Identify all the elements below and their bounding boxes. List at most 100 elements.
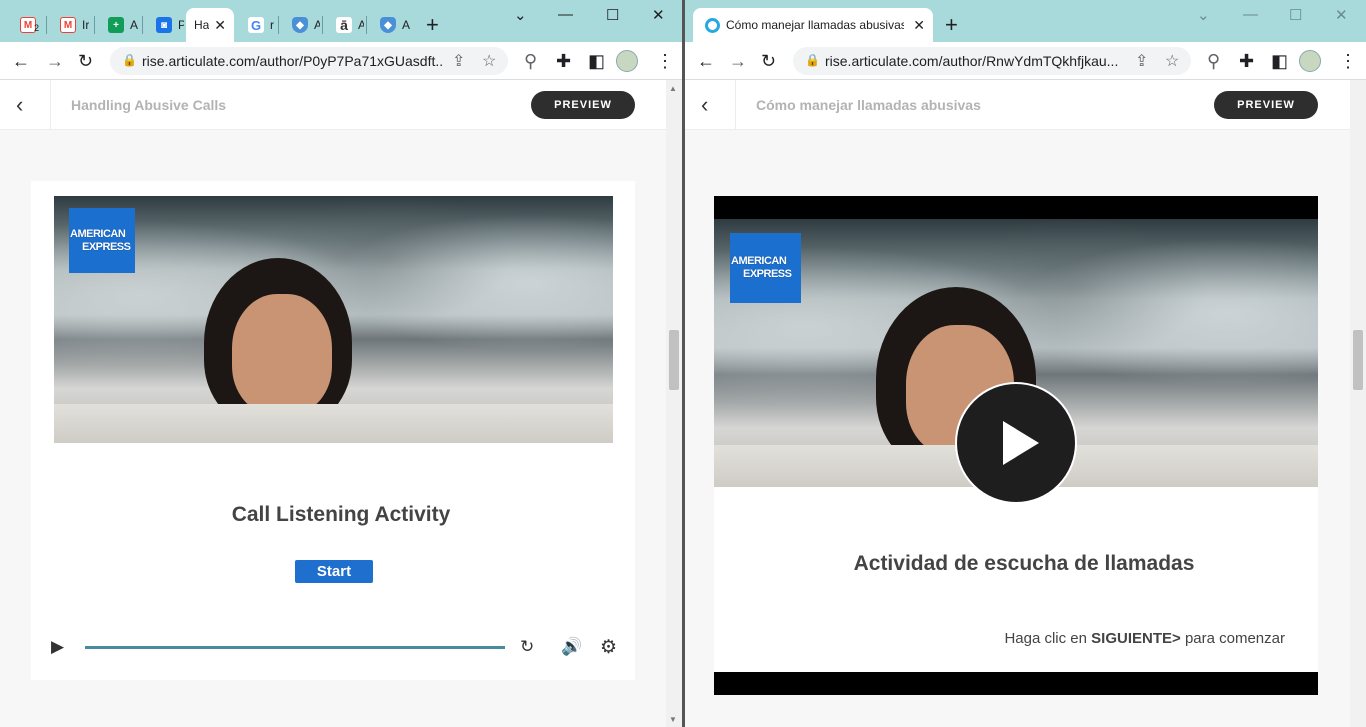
new-tab-button[interactable]: + — [945, 12, 958, 38]
share-icon[interactable]: ⇪ — [452, 51, 465, 71]
avatar[interactable] — [1299, 50, 1321, 72]
close-tab-icon[interactable]: ✕ — [913, 17, 925, 34]
scroll-down-icon[interactable]: ▼ — [669, 715, 677, 724]
tab-label: A — [402, 18, 410, 32]
instruction-prefix: Haga clic en — [1004, 630, 1087, 647]
forward-icon[interactable]: → — [46, 50, 64, 72]
sheets-icon: + — [108, 17, 124, 33]
reload-icon[interactable]: ↻ — [761, 50, 776, 72]
back-chevron-icon[interactable]: ‹ — [16, 92, 38, 118]
page-title: Handling Abusive Calls — [71, 97, 227, 113]
scroll-thumb[interactable] — [669, 330, 679, 390]
instruction-bold: SIGUIENTE> — [1091, 630, 1181, 647]
app-icon: ā — [336, 17, 352, 33]
play-icon[interactable]: ▶ — [51, 637, 64, 657]
tab-google[interactable]: G r — [236, 8, 276, 42]
address-bar[interactable]: 🔒 rise.articulate.com/author/P0yP7Pa71xG… — [110, 47, 508, 75]
brand-text-2: EXPRESS — [82, 240, 131, 253]
tab-label: Cómo manejar llamadas abusivas — [726, 18, 904, 32]
tab-como-manejar[interactable]: Cómo manejar llamadas abusivas ✕ — [693, 8, 933, 42]
google-icon: G — [248, 17, 264, 33]
tab-search-icon[interactable]: ⌄ — [1197, 6, 1210, 24]
maximize-button[interactable]: ☐ — [606, 6, 619, 24]
tab-search-icon[interactable]: ⌄ — [514, 6, 527, 24]
browser-toolbar: ← → ↻ 🔒 rise.articulate.com/author/RnwYd… — [685, 42, 1366, 80]
puzzle-icon[interactable]: ✚ — [556, 50, 571, 72]
shield-icon: ◆ — [292, 17, 308, 33]
menu-icon[interactable]: ⋮ — [1339, 50, 1357, 72]
activity-title: Actividad de escucha de llamadas — [853, 552, 1195, 575]
minimize-button[interactable]: — — [1243, 6, 1258, 23]
extension-icon[interactable]: ⚲ — [1207, 50, 1220, 72]
preview-button[interactable]: PREVIEW — [531, 91, 635, 119]
share-icon[interactable]: ⇪ — [1135, 51, 1148, 71]
browser-toolbar: ← → ↻ 🔒 rise.articulate.com/author/P0yP7… — [0, 42, 682, 80]
instruction-text: Haga clic en SIGUIENTE> para comenzar — [1004, 630, 1285, 647]
url-text: rise.articulate.com/author/P0yP7Pa71xGUa… — [142, 53, 442, 69]
video-player[interactable]: AMERICAN EXPRESS Actividad de escucha de… — [714, 196, 1318, 695]
brand-text-2: EXPRESS — [743, 268, 792, 280]
back-icon[interactable]: ← — [697, 50, 715, 72]
puzzle-icon[interactable]: ✚ — [1239, 50, 1254, 72]
brand-text-1: AMERICAN — [731, 255, 787, 267]
video-text-panel: Actividad de escucha de llamadas Haga cl… — [714, 487, 1318, 672]
tab-label: r — [270, 18, 274, 32]
new-tab-button[interactable]: + — [426, 12, 439, 38]
browser-window-left: M 2 M Ir + A ◙ P Ha ✕ G r ◆ A ā A ◆ A + … — [0, 0, 682, 727]
tab-sheets[interactable]: + A — [96, 8, 140, 42]
tab-label: A — [314, 18, 320, 32]
star-icon[interactable]: ☆ — [1165, 51, 1179, 71]
side-panel-icon[interactable]: ◧ — [1271, 50, 1288, 72]
tab-app-p[interactable]: ◙ P — [144, 8, 184, 42]
close-tab-icon[interactable]: ✕ — [214, 17, 226, 34]
lock-icon: 🔒 — [122, 53, 137, 67]
close-window-button[interactable]: ✕ — [652, 6, 665, 24]
scroll-up-icon[interactable]: ▲ — [669, 84, 677, 93]
reload-icon[interactable]: ↻ — [78, 50, 93, 72]
back-chevron-icon[interactable]: ‹ — [701, 92, 723, 118]
tab-label: A — [358, 18, 364, 32]
start-button[interactable]: Start — [295, 560, 373, 583]
address-bar[interactable]: 🔒 rise.articulate.com/author/RnwYdmTQkhf… — [793, 47, 1191, 75]
extension-icon[interactable]: ⚲ — [524, 50, 537, 72]
menu-icon[interactable]: ⋮ — [656, 50, 674, 72]
url-text: rise.articulate.com/author/RnwYdmTQkhfjk… — [825, 53, 1119, 69]
close-window-button[interactable]: ✕ — [1335, 6, 1348, 24]
tab-strip: M 2 M Ir + A ◙ P Ha ✕ G r ◆ A ā A ◆ A + … — [0, 0, 682, 42]
tab-app-a[interactable]: ā A — [324, 8, 364, 42]
big-play-button[interactable] — [955, 382, 1077, 504]
tab-shield-2[interactable]: ◆ A — [368, 8, 410, 42]
back-icon[interactable]: ← — [12, 50, 30, 72]
maximize-button[interactable]: ☐ — [1289, 6, 1302, 24]
tab-handling-abusive-calls[interactable]: Ha ✕ — [186, 8, 234, 42]
activity-title: Call Listening Activity — [231, 503, 451, 526]
scroll-thumb[interactable] — [1353, 330, 1363, 390]
side-panel-icon[interactable]: ◧ — [588, 50, 605, 72]
minimize-button[interactable]: — — [558, 6, 573, 23]
brand-logo: AMERICAN EXPRESS — [730, 233, 801, 303]
hero-image: AMERICAN EXPRESS — [54, 196, 613, 443]
avatar[interactable] — [616, 50, 638, 72]
tab-label: 2 — [34, 23, 40, 33]
star-icon[interactable]: ☆ — [482, 51, 496, 71]
browser-window-right: Cómo manejar llamadas abusivas ✕ + ⌄ — ☐… — [685, 0, 1366, 727]
tab-label: Ha — [194, 18, 210, 32]
shield-icon: ◆ — [380, 17, 396, 33]
preview-button[interactable]: PREVIEW — [1214, 91, 1318, 119]
settings-gear-icon[interactable]: ⚙ — [600, 636, 617, 659]
tab-shield-1[interactable]: ◆ A — [280, 8, 320, 42]
volume-icon[interactable]: 🔊 — [561, 637, 582, 657]
page-title: Cómo manejar llamadas abusivas — [756, 97, 981, 113]
progress-bar[interactable] — [85, 646, 505, 649]
brand-text-1: AMERICAN — [70, 227, 126, 240]
replay-icon[interactable]: ↻ — [520, 637, 534, 657]
forward-icon[interactable]: → — [729, 50, 747, 72]
lesson-card: AMERICAN EXPRESS Call Listening Activity… — [31, 181, 635, 680]
tab-gmail-1[interactable]: M 2 — [8, 8, 44, 42]
app-header: ‹ Cómo manejar llamadas abusivas PREVIEW — [685, 80, 1350, 130]
tab-gmail-2[interactable]: M Ir — [48, 8, 92, 42]
scrollbar[interactable] — [1350, 80, 1366, 727]
scrollbar[interactable]: ▲ ▼ — [666, 80, 682, 727]
lock-icon: 🔒 — [805, 53, 820, 67]
instruction-suffix: para comenzar — [1184, 630, 1285, 647]
